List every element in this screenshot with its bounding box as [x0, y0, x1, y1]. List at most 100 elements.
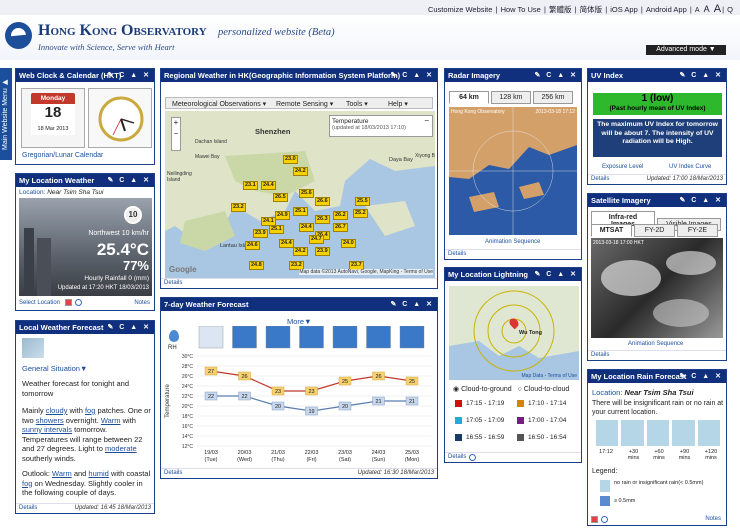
radar-tab-256km[interactable]: 256 km — [533, 91, 573, 104]
gps-icon[interactable] — [601, 516, 608, 523]
zoom-in-icon[interactable]: + — [172, 118, 180, 128]
font-small-button[interactable]: A — [695, 7, 700, 14]
temperature-marker[interactable]: 24.4 — [261, 181, 276, 190]
panel-controls[interactable]: ✎ C ▲ ✕ — [679, 196, 723, 204]
details-link[interactable]: Details — [591, 176, 609, 182]
cloudy-term-link[interactable]: cloudy — [46, 406, 68, 415]
panel-controls[interactable]: ✎ C ▲ ✕ — [107, 176, 151, 184]
how-to-use-link[interactable]: How To Use — [501, 5, 541, 14]
temperature-marker[interactable]: 25.1 — [269, 225, 284, 234]
showers-term-link[interactable]: showers — [36, 416, 64, 425]
warm-outlook-link[interactable]: Warm — [52, 469, 72, 478]
search-icon[interactable]: Q — [727, 5, 733, 14]
traditional-chinese-link[interactable]: 繁體版 — [549, 5, 572, 14]
ios-app-link[interactable]: iOS App — [610, 5, 638, 14]
temperature-marker[interactable]: 24.1 — [261, 217, 276, 226]
popup-minimize-icon[interactable]: − — [424, 116, 429, 125]
temperature-marker[interactable]: 24.4 — [279, 239, 294, 248]
temperature-marker[interactable]: 26.3 — [315, 215, 330, 224]
exposure-level-link[interactable]: Exposure Level — [602, 164, 643, 170]
map-pin-icon[interactable] — [65, 299, 72, 306]
zoom-out-icon[interactable]: − — [172, 128, 180, 140]
temperature-marker[interactable]: 23.0 — [283, 155, 298, 164]
temperature-marker[interactable]: 25.5 — [355, 197, 370, 206]
fy2e-tab[interactable]: FY-2E — [677, 224, 718, 237]
lightning-map[interactable]: Wu Tong Map Data - Terms of Use — [449, 286, 579, 380]
font-large-button[interactable]: A — [714, 3, 721, 15]
general-situation-toggle[interactable]: General Situation▼ — [22, 364, 87, 373]
panel-controls[interactable]: ✎ C ▲ ✕ — [390, 71, 434, 79]
customize-website-link[interactable]: Customize Website — [428, 5, 492, 14]
panel-controls[interactable]: ✎ C ▲ ✕ — [534, 71, 578, 79]
satellite-animation-link[interactable]: Animation Sequence — [628, 341, 683, 347]
satellite-image[interactable]: 2013-03-18 17:00 HKT — [591, 238, 723, 338]
temperature-marker[interactable]: 24.2 — [293, 247, 308, 256]
temperature-marker[interactable]: 26.6 — [315, 197, 330, 206]
gps-icon[interactable] — [75, 299, 82, 306]
advanced-mode-button[interactable]: Advanced mode ▼ — [646, 45, 726, 55]
main-website-menu-tab[interactable]: Main Website Menu ▶ — [0, 68, 12, 160]
help-menu[interactable]: Help ▾ — [388, 100, 408, 108]
temperature-marker[interactable]: 26.5 — [273, 193, 288, 202]
map-credit[interactable]: Map data ©2013 AutoNavi, Google, MapKing… — [299, 269, 433, 275]
details-link[interactable]: Details — [19, 505, 37, 511]
simplified-chinese-link[interactable]: 简体版 — [580, 5, 603, 14]
select-location-link[interactable]: Select Location — [19, 300, 60, 306]
gps-icon[interactable] — [469, 454, 476, 461]
notes-link[interactable]: Notes — [134, 300, 150, 306]
temperature-marker[interactable]: 25.2 — [353, 209, 368, 218]
temperature-marker[interactable]: 24.0 — [341, 239, 356, 248]
map-credit[interactable]: Map Data - Terms of Use — [522, 373, 577, 379]
map-zoom-control[interactable]: + − — [171, 117, 181, 151]
radar-tab-64km[interactable]: 64 km — [449, 91, 489, 104]
gregorian-lunar-calendar-link[interactable]: Gregorian/Lunar Calendar — [22, 152, 103, 159]
gis-map[interactable]: Shenzhen Dachan Island Mawei Bay Lantau … — [165, 111, 435, 279]
temperature-marker[interactable]: 24.7 — [309, 235, 324, 244]
temperature-marker[interactable]: 26.2 — [333, 211, 348, 220]
panel-controls[interactable]: ✎ C ▲ ✕ — [390, 300, 434, 308]
fog-term-link[interactable]: fog — [85, 406, 95, 415]
temperature-marker[interactable]: 23.2 — [231, 203, 246, 212]
panel-controls[interactable]: ✎ C ▲ ✕ — [107, 323, 151, 331]
font-medium-button[interactable]: A — [704, 4, 710, 14]
map-pin-icon[interactable] — [591, 516, 598, 523]
warm-term-link[interactable]: Warm — [101, 416, 121, 425]
panel-controls[interactable]: ✎ C ▲ ✕ — [679, 71, 723, 79]
humid-term-link[interactable]: humid — [88, 469, 108, 478]
temperature-marker[interactable]: 24.6 — [245, 241, 260, 250]
temperature-marker[interactable]: 25.1 — [293, 207, 308, 216]
uv-index-curve-link[interactable]: UV Index Curve — [669, 164, 711, 170]
mtsat-tab[interactable]: MTSAT — [591, 224, 632, 237]
android-app-link[interactable]: Android App — [646, 5, 687, 14]
radar-image[interactable]: Hong Kong Observatory 2013-03-18 17:12 — [449, 107, 577, 235]
more-toggle[interactable]: More▼ — [287, 317, 312, 326]
cloud-to-cloud-radio[interactable]: ○ Cloud-to-cloud — [518, 386, 570, 393]
sunny-intervals-term-link[interactable]: sunny intervals — [22, 425, 72, 434]
temperature-marker[interactable]: 26.7 — [333, 223, 348, 232]
temperature-marker[interactable]: 23.1 — [243, 181, 258, 190]
fog-outlook-link[interactable]: fog — [22, 479, 32, 488]
details-link[interactable]: Details — [591, 352, 609, 358]
details-link[interactable]: Details — [448, 454, 466, 460]
panel-controls[interactable]: ✎ C ▲ ✕ — [679, 372, 723, 380]
fy2d-tab[interactable]: FY-2D — [634, 224, 675, 237]
panel-controls[interactable]: ✎ C ▲ ✕ — [107, 71, 151, 79]
temperature-marker[interactable]: 24.4 — [299, 223, 314, 232]
temperature-marker[interactable]: 25.6 — [299, 189, 314, 198]
temperature-marker[interactable]: 24.9 — [275, 211, 290, 220]
details-link[interactable]: Details — [164, 470, 182, 476]
temperature-marker[interactable]: 24.2 — [293, 167, 308, 176]
radar-tab-128km[interactable]: 128 km — [491, 91, 531, 104]
remote-sensing-menu[interactable]: Remote Sensing ▾ — [276, 100, 333, 108]
temperature-marker[interactable]: 23.9 — [315, 247, 330, 256]
radar-animation-link[interactable]: Animation Sequence — [485, 239, 540, 245]
notes-link[interactable]: Notes — [705, 516, 721, 522]
hko-logo-icon[interactable] — [5, 22, 32, 49]
cloud-to-ground-radio[interactable]: ◉ Cloud-to-ground — [453, 386, 512, 393]
moderate-term-link[interactable]: moderate — [105, 444, 137, 453]
temperature-marker[interactable]: 24.8 — [249, 261, 264, 270]
tools-menu[interactable]: Tools ▾ — [346, 100, 368, 108]
temperature-marker[interactable]: 23.9 — [253, 229, 268, 238]
meteorological-observations-menu[interactable]: Meteorological Observations ▾ — [172, 100, 266, 108]
details-link[interactable]: Details — [164, 280, 182, 286]
